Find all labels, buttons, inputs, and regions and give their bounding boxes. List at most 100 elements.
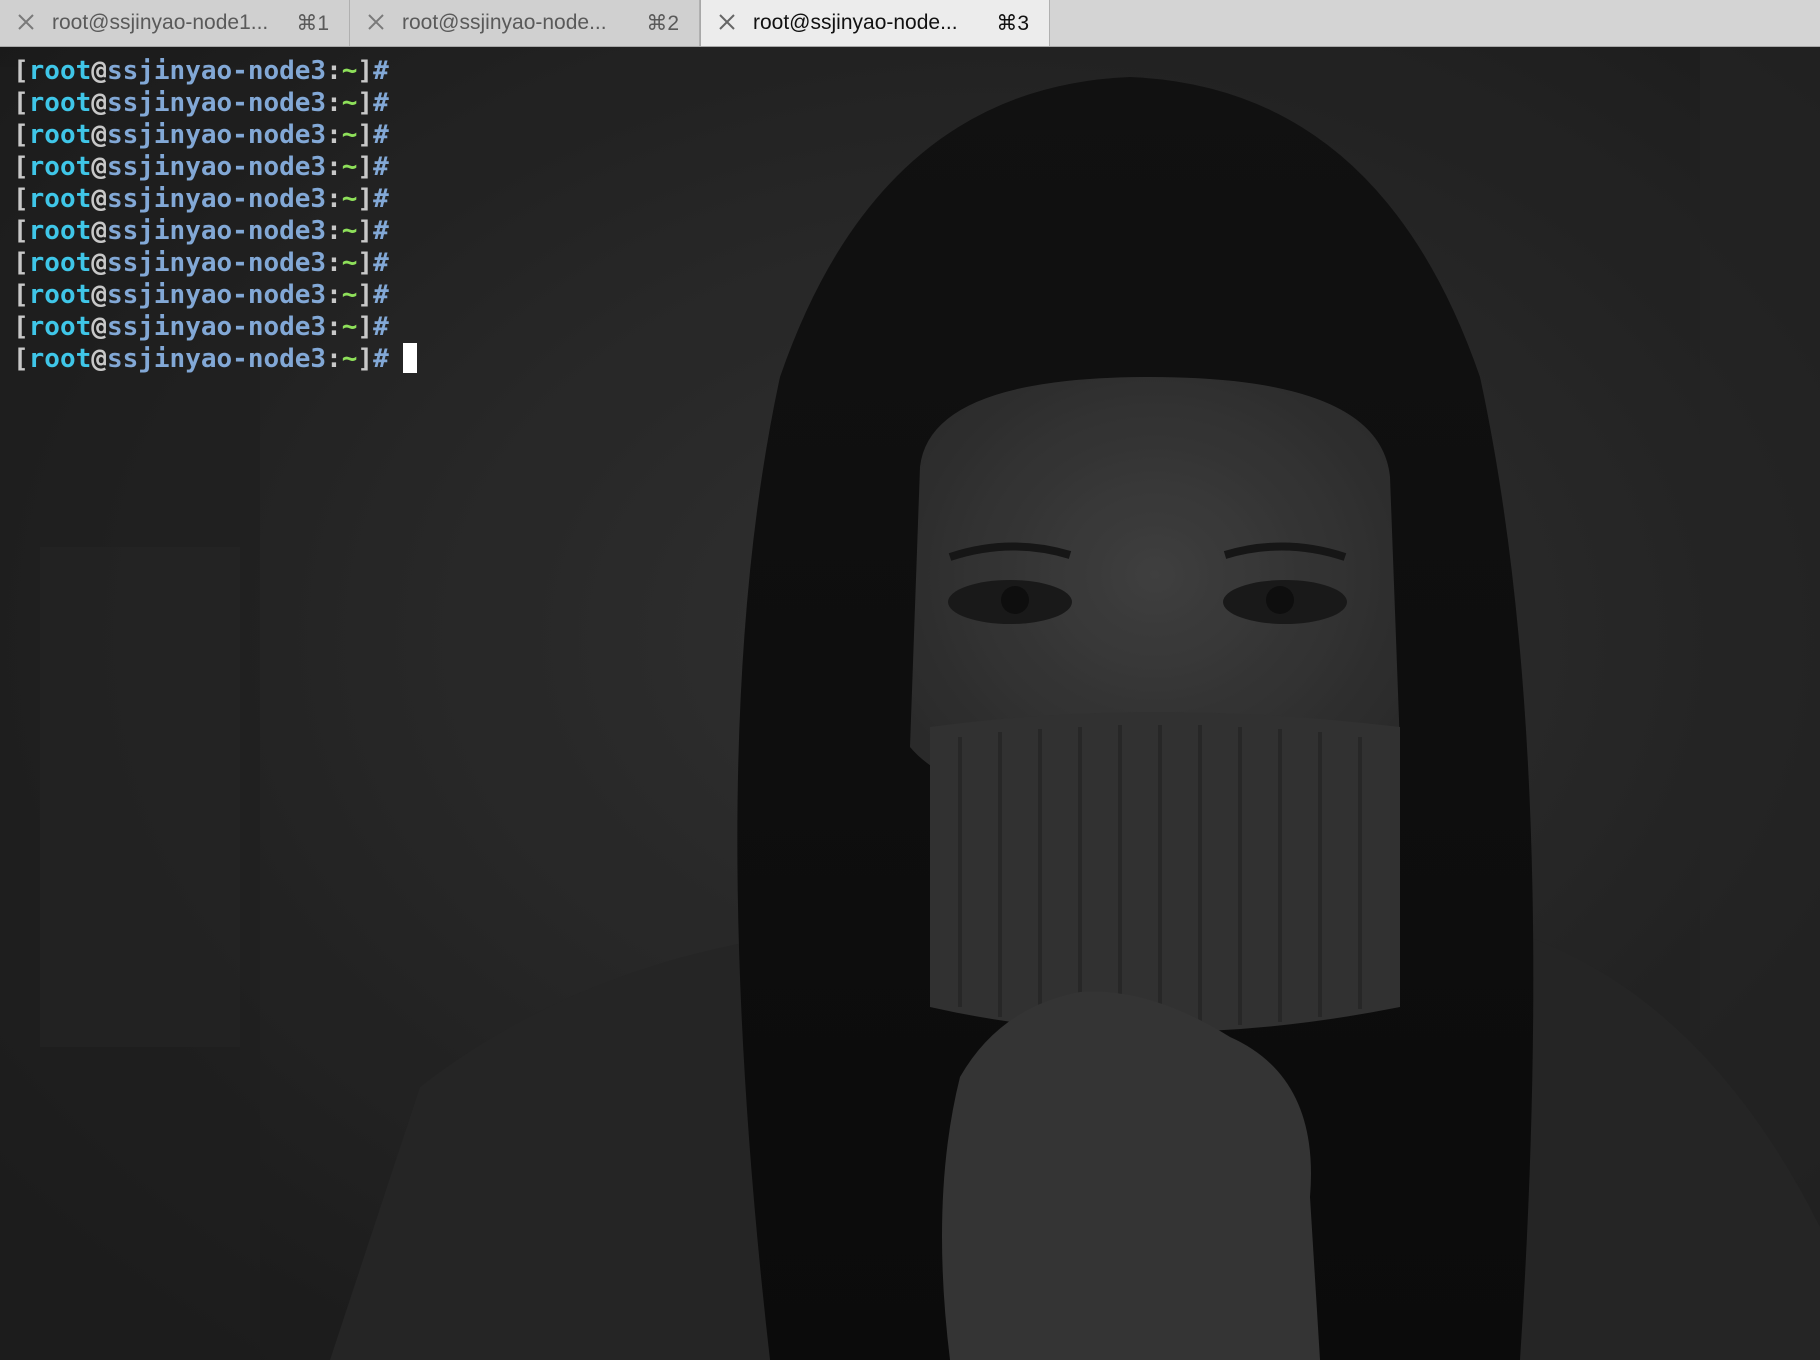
prompt-close-bracket: ] xyxy=(357,216,374,246)
prompt-at: @ xyxy=(91,152,107,182)
text-cursor xyxy=(402,343,417,373)
prompt-symbol: # xyxy=(373,312,389,342)
prompt-host: ssjinyao-node3 xyxy=(106,216,327,246)
tab-bar-empty-space xyxy=(1050,0,1820,46)
prompt-path: ~ xyxy=(341,312,358,342)
prompt-line: [root@ssjinyao-node3:~]# xyxy=(13,279,417,311)
prompt-close-bracket: ] xyxy=(357,184,374,214)
tab-bar: root@ssjinyao-node1... ⌘1 root@ssjinyao-… xyxy=(0,0,1820,47)
close-icon[interactable] xyxy=(16,12,36,32)
prompt-open-bracket: [ xyxy=(13,280,29,310)
tab-title: root@ssjinyao-node... xyxy=(402,11,607,34)
prompt-user: root xyxy=(28,88,92,118)
prompt-host: ssjinyao-node3 xyxy=(106,56,327,86)
prompt-colon: : xyxy=(326,88,342,118)
prompt-colon: : xyxy=(326,120,342,150)
prompt-line: [root@ssjinyao-node3:~]# xyxy=(13,183,417,215)
prompt-line: [root@ssjinyao-node3:~]# xyxy=(13,87,417,119)
prompt-open-bracket: [ xyxy=(13,344,29,374)
tab-shortcut: ⌘2 xyxy=(646,12,679,35)
tab-3-active[interactable]: root@ssjinyao-node... ⌘3 xyxy=(700,0,1050,46)
prompt-path: ~ xyxy=(341,248,358,278)
prompt-open-bracket: [ xyxy=(13,312,29,342)
prompt-colon: : xyxy=(326,312,342,342)
prompt-path: ~ xyxy=(341,184,358,214)
prompt-at: @ xyxy=(91,248,107,278)
prompt-at: @ xyxy=(91,120,107,150)
prompt-symbol: # xyxy=(373,248,389,278)
prompt-path: ~ xyxy=(341,56,358,86)
prompt-path: ~ xyxy=(341,120,358,150)
tab-title: root@ssjinyao-node... xyxy=(753,11,958,34)
prompt-path: ~ xyxy=(341,344,358,374)
prompt-user: root xyxy=(28,216,92,246)
prompt-host: ssjinyao-node3 xyxy=(106,120,327,150)
tab-2[interactable]: root@ssjinyao-node... ⌘2 xyxy=(350,0,700,46)
prompt-open-bracket: [ xyxy=(13,88,29,118)
prompt-host: ssjinyao-node3 xyxy=(106,152,327,182)
prompt-at: @ xyxy=(91,184,107,214)
prompt-symbol: # xyxy=(373,280,389,310)
prompt-symbol: # xyxy=(373,344,389,374)
prompt-user: root xyxy=(28,312,92,342)
prompt-user: root xyxy=(28,120,92,150)
prompt-user: root xyxy=(28,152,92,182)
prompt-line: [root@ssjinyao-node3:~]# xyxy=(13,55,417,87)
prompt-path: ~ xyxy=(341,152,358,182)
prompt-line: [root@ssjinyao-node3:~]# xyxy=(13,343,417,375)
prompt-open-bracket: [ xyxy=(13,56,29,86)
prompt-close-bracket: ] xyxy=(357,312,374,342)
prompt-line: [root@ssjinyao-node3:~]# xyxy=(13,247,417,279)
prompt-colon: : xyxy=(326,344,342,374)
prompt-host: ssjinyao-node3 xyxy=(106,312,327,342)
prompt-close-bracket: ] xyxy=(357,88,374,118)
prompt-close-bracket: ] xyxy=(357,280,374,310)
prompt-colon: : xyxy=(326,184,342,214)
prompt-symbol: # xyxy=(373,56,389,86)
prompt-symbol: # xyxy=(373,184,389,214)
prompt-colon: : xyxy=(326,248,342,278)
prompt-at: @ xyxy=(91,216,107,246)
prompt-at: @ xyxy=(91,56,107,86)
tab-shortcut: ⌘3 xyxy=(996,12,1029,35)
prompt-open-bracket: [ xyxy=(13,216,29,246)
prompt-open-bracket: [ xyxy=(13,184,29,214)
prompt-close-bracket: ] xyxy=(357,56,374,86)
prompt-host: ssjinyao-node3 xyxy=(106,88,327,118)
prompt-close-bracket: ] xyxy=(357,152,374,182)
prompt-close-bracket: ] xyxy=(357,248,374,278)
prompt-open-bracket: [ xyxy=(13,120,29,150)
prompt-symbol: # xyxy=(373,88,389,118)
prompt-symbol: # xyxy=(373,216,389,246)
prompt-path: ~ xyxy=(341,88,358,118)
prompt-symbol: # xyxy=(373,152,389,182)
tab-shortcut: ⌘1 xyxy=(296,12,329,35)
tab-1[interactable]: root@ssjinyao-node1... ⌘1 xyxy=(0,0,350,46)
close-icon[interactable] xyxy=(366,12,386,32)
prompt-open-bracket: [ xyxy=(13,248,29,278)
prompt-host: ssjinyao-node3 xyxy=(106,280,327,310)
prompt-host: ssjinyao-node3 xyxy=(106,184,327,214)
prompt-user: root xyxy=(28,248,92,278)
prompt-colon: : xyxy=(326,152,342,182)
terminal-window: root@ssjinyao-node1... ⌘1 root@ssjinyao-… xyxy=(0,0,1820,1360)
prompt-colon: : xyxy=(326,280,342,310)
prompt-line: [root@ssjinyao-node3:~]# xyxy=(13,119,417,151)
terminal-output: [root@ssjinyao-node3:~]# [root@ssjinyao-n… xyxy=(13,55,417,375)
prompt-open-bracket: [ xyxy=(13,152,29,182)
prompt-host: ssjinyao-node3 xyxy=(106,344,327,374)
close-icon[interactable] xyxy=(717,12,737,32)
prompt-close-bracket: ] xyxy=(357,120,374,150)
prompt-user: root xyxy=(28,344,92,374)
prompt-path: ~ xyxy=(341,280,358,310)
tab-title: root@ssjinyao-node1... xyxy=(52,11,269,34)
prompt-colon: : xyxy=(326,216,342,246)
prompt-colon: : xyxy=(326,56,342,86)
prompt-path: ~ xyxy=(341,216,358,246)
terminal-pane[interactable]: [root@ssjinyao-node3:~]# [root@ssjinyao-n… xyxy=(0,47,1820,1360)
prompt-line: [root@ssjinyao-node3:~]# xyxy=(13,215,417,247)
prompt-at: @ xyxy=(91,344,107,374)
prompt-at: @ xyxy=(91,88,107,118)
prompt-user: root xyxy=(28,56,92,86)
prompt-host: ssjinyao-node3 xyxy=(106,248,327,278)
